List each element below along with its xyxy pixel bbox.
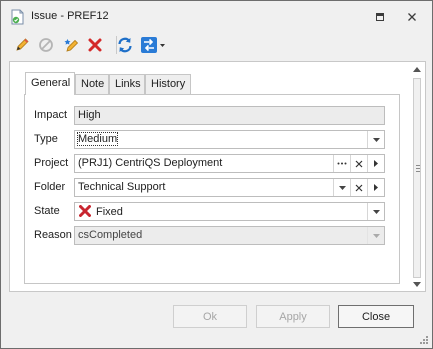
chevron-down-icon: [372, 209, 380, 214]
folder-clear-button[interactable]: [350, 179, 367, 196]
apply-button-label: Apply: [279, 310, 307, 323]
tab-links[interactable]: Links: [109, 74, 145, 94]
general-tab-page: Impact High Type Medium Project (PRJ1) C…: [24, 94, 400, 284]
project-value: (PRJ1) CentriQS Deployment: [78, 157, 223, 169]
tab-history-label: History: [151, 78, 186, 90]
state-label: State: [34, 205, 60, 217]
chevron-down-icon: [372, 137, 380, 142]
clear-x-icon: [355, 184, 363, 191]
tab-history[interactable]: History: [145, 74, 191, 94]
mark-button[interactable]: [62, 35, 82, 55]
state-value: Fixed: [96, 206, 123, 218]
vertical-scrollbar[interactable]: [410, 65, 424, 290]
pencil-icon: [16, 38, 29, 51]
type-dropdown-button[interactable]: [367, 131, 384, 148]
ok-button-label: Ok: [202, 310, 218, 323]
ok-button[interactable]: Ok: [173, 305, 247, 328]
tab-note-label: Note: [81, 78, 105, 90]
close-icon: [408, 13, 416, 21]
close-button[interactable]: Close: [338, 305, 414, 328]
reason-dropdown-button[interactable]: [367, 227, 384, 244]
red-x-icon: [88, 38, 102, 52]
close-window-button[interactable]: [404, 9, 420, 25]
scrollbar-thumb[interactable]: [413, 78, 421, 278]
type-label: Type: [34, 133, 58, 145]
impact-label: Impact: [34, 109, 68, 121]
transition-button[interactable]: [140, 35, 166, 55]
folder-dropdown-button[interactable]: [333, 179, 350, 196]
grip-line: [416, 168, 420, 169]
title-bar: Issue - PREF12: [1, 1, 432, 32]
impact-field: High: [74, 106, 385, 125]
issue-window: Issue - PREF12 General Note Links Histor…: [0, 0, 433, 349]
tab-note[interactable]: Note: [75, 74, 109, 94]
project-open-button[interactable]: [367, 155, 384, 172]
reason-label: Reason: [34, 229, 72, 241]
clear-x-icon: [355, 160, 363, 167]
transition-icon: [141, 37, 165, 53]
folder-field[interactable]: Technical Support: [74, 178, 385, 197]
state-fixed-icon: [79, 205, 91, 220]
cancel-circle-icon: [39, 38, 53, 52]
scroll-up-arrow-icon[interactable]: [413, 67, 421, 72]
folder-open-button[interactable]: [367, 179, 384, 196]
cancel-edit-button[interactable]: [36, 35, 56, 55]
scroll-down-arrow-icon[interactable]: [413, 282, 421, 287]
project-clear-button[interactable]: [350, 155, 367, 172]
chevron-down-icon: [338, 185, 346, 190]
chevron-right-icon: [374, 184, 378, 191]
folder-label: Folder: [34, 181, 66, 193]
reason-value: csCompleted: [78, 229, 143, 241]
grip-line: [416, 171, 420, 172]
window-title: Issue - PREF12: [31, 10, 109, 22]
edit-button[interactable]: [12, 35, 32, 55]
state-dropdown-button[interactable]: [367, 203, 384, 220]
pen-star-icon: [64, 39, 79, 52]
folder-value: Technical Support: [78, 181, 166, 193]
apply-button[interactable]: Apply: [256, 305, 330, 328]
resize-grip-icon[interactable]: [419, 335, 429, 345]
delete-button[interactable]: [85, 35, 105, 55]
tab-links-label: Links: [115, 78, 141, 90]
tab-general[interactable]: General: [25, 72, 75, 95]
ellipsis-icon: [337, 162, 347, 165]
type-value: Medium: [76, 132, 119, 146]
refresh-icon: [118, 37, 132, 53]
refresh-button[interactable]: [115, 35, 135, 55]
toolbar: [8, 33, 426, 57]
impact-value: High: [78, 109, 101, 121]
project-browse-button[interactable]: [333, 155, 350, 172]
chevron-right-icon: [374, 160, 378, 167]
chevron-down-icon: [372, 233, 380, 238]
restore-window-button[interactable]: [372, 9, 388, 25]
project-label: Project: [34, 157, 69, 169]
close-button-label: Close: [361, 310, 391, 323]
state-dropdown[interactable]: Fixed: [74, 202, 385, 221]
grip-line: [416, 165, 420, 166]
restore-icon: [376, 13, 384, 21]
reason-dropdown[interactable]: csCompleted: [74, 226, 385, 245]
issue-document-icon: [10, 9, 25, 25]
tab-general-label: General: [31, 77, 71, 89]
content-panel: General Note Links History Impact High T…: [9, 61, 426, 292]
project-field[interactable]: (PRJ1) CentriQS Deployment: [74, 154, 385, 173]
type-dropdown[interactable]: Medium: [74, 130, 385, 149]
